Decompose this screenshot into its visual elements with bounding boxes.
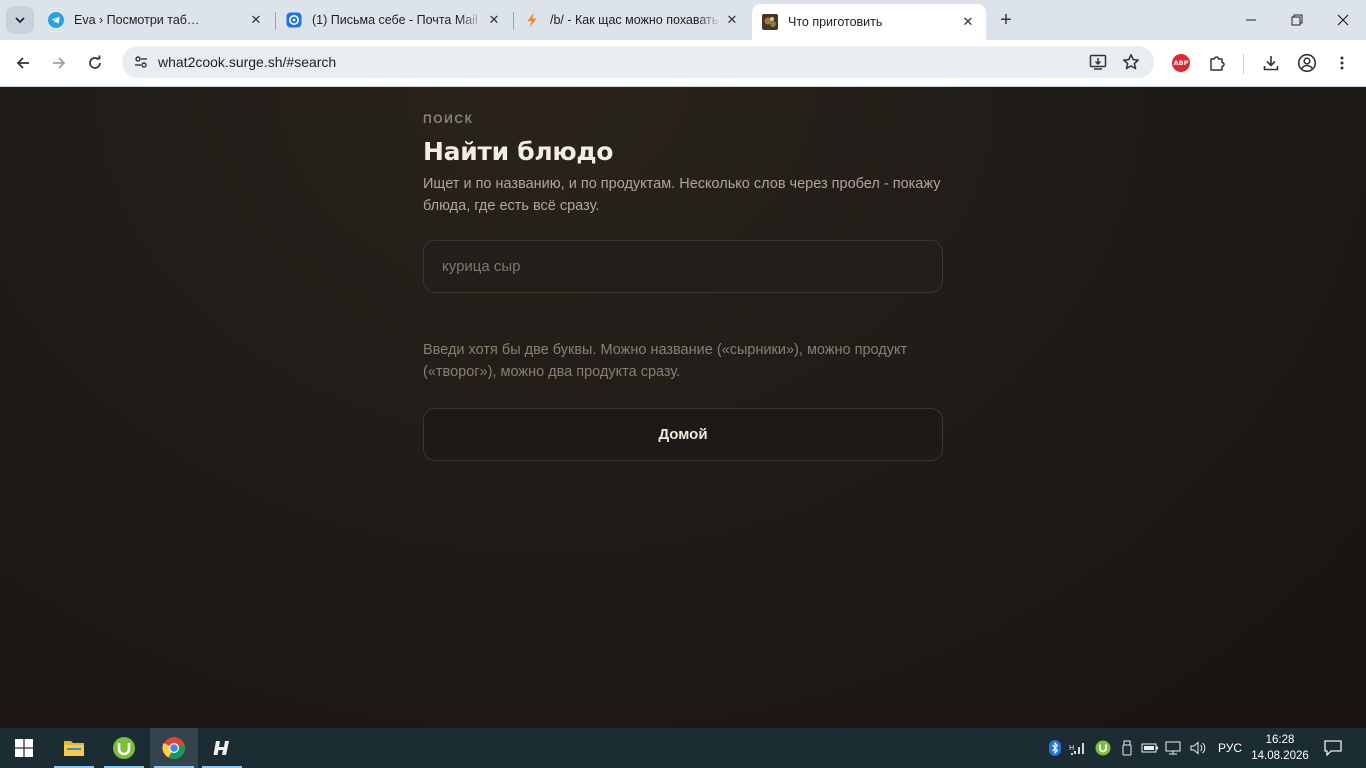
- tab-title: (1) Письма себе - Почта Mail: [312, 13, 478, 27]
- search-field[interactable]: [423, 240, 943, 293]
- battery-icon[interactable]: [1141, 738, 1159, 758]
- start-button[interactable]: [0, 728, 48, 768]
- input-language-indicator[interactable]: РУС: [1218, 741, 1242, 755]
- profile-button[interactable]: [1292, 48, 1322, 78]
- install-app-icon[interactable]: [1086, 50, 1110, 74]
- download-icon: [1263, 56, 1279, 71]
- site-info-icon[interactable]: [128, 49, 154, 75]
- close-icon: [1337, 14, 1349, 26]
- browser-menu-button[interactable]: [1327, 48, 1357, 78]
- tab-search-button[interactable]: [6, 6, 34, 34]
- file-explorer-icon: [64, 741, 84, 756]
- clock-date: 14.08.2026: [1251, 750, 1309, 762]
- network-signal-icon[interactable]: H: [1069, 738, 1087, 758]
- tab-title: Eva › Посмотри таб…: [74, 13, 200, 27]
- arrow-left-icon: [16, 57, 29, 69]
- taskbar-utorrent[interactable]: [100, 728, 148, 768]
- windows-logo-icon: [15, 739, 33, 757]
- app-h-icon: [213, 741, 229, 755]
- puzzle-icon: [1210, 56, 1225, 71]
- reload-icon: [89, 55, 101, 69]
- page-description: Ищет и по названию, и по продуктам. Неск…: [423, 176, 941, 214]
- close-window-button[interactable]: [1320, 0, 1366, 40]
- adblock-extension-button[interactable]: ABP: [1166, 48, 1196, 78]
- utorrent-icon: [113, 737, 135, 759]
- restore-button[interactable]: [1274, 0, 1320, 40]
- food-photo-icon: [762, 14, 778, 30]
- bookmark-star-icon[interactable]: [1119, 50, 1143, 74]
- browser-tab[interactable]: Eva › Посмотри таб… ✕: [38, 4, 274, 36]
- browser-toolbar: what2cook.surge.sh/#search ABP: [0, 40, 1366, 87]
- chevron-down-icon: [15, 17, 25, 24]
- adblock-icon: ABP: [1172, 54, 1190, 72]
- utorrent-tray-icon[interactable]: [1094, 738, 1112, 758]
- chrome-icon: [162, 737, 185, 759]
- bluetooth-icon[interactable]: [1046, 738, 1064, 758]
- back-button[interactable]: [8, 48, 38, 78]
- close-tab-icon[interactable]: ✕: [722, 10, 742, 30]
- lightning-icon: [524, 12, 540, 28]
- restore-icon: [1291, 14, 1303, 26]
- telegram-icon: [48, 12, 64, 28]
- close-tab-icon[interactable]: ✕: [246, 10, 266, 30]
- new-tab-button[interactable]: +: [994, 8, 1018, 32]
- close-tab-icon[interactable]: ✕: [484, 10, 504, 30]
- clock-time: 16:28: [1265, 734, 1295, 746]
- more-vertical-icon: [1340, 56, 1344, 70]
- network-monitor-icon[interactable]: [1165, 738, 1183, 758]
- notifications-button[interactable]: [1322, 738, 1344, 758]
- system-clock[interactable]: 16:28 14.08.2026: [1250, 732, 1310, 764]
- tab-title: Что приготовить: [788, 15, 883, 29]
- taskbar-file-explorer[interactable]: [50, 728, 98, 768]
- address-bar[interactable]: what2cook.surge.sh/#search: [122, 46, 1154, 78]
- search-input[interactable]: [440, 241, 930, 292]
- arrow-right-icon: [53, 57, 66, 69]
- browser-tab[interactable]: (1) Письма себе - Почта Mail ✕: [276, 4, 512, 36]
- browser-tab-active[interactable]: Что приготовить ✕: [752, 4, 986, 40]
- section-eyebrow: ПОИСК: [423, 112, 474, 126]
- url-text: what2cook.surge.sh/#search: [158, 54, 337, 70]
- home-button[interactable]: Домой: [423, 408, 943, 461]
- forward-button[interactable]: [44, 48, 74, 78]
- toolbar-divider: [1243, 54, 1244, 74]
- account-icon: [1297, 53, 1317, 73]
- usb-device-icon[interactable]: [1118, 738, 1136, 758]
- search-hint: Введи хотя бы две буквы. Можно название …: [423, 342, 908, 380]
- taskbar-chrome[interactable]: [150, 728, 198, 768]
- svg-text:H: H: [1069, 744, 1074, 752]
- volume-icon[interactable]: [1189, 738, 1207, 758]
- notification-icon: [1324, 740, 1342, 756]
- tab-title: /b/ - Как щас можно похавать: [550, 13, 719, 27]
- page-viewport: ПОИСК Найти блюдо Ищет и по названию, и …: [0, 87, 1366, 728]
- close-tab-icon[interactable]: ✕: [958, 12, 978, 32]
- minimize-icon: [1246, 19, 1256, 21]
- page-title: Найти блюдо: [423, 137, 614, 166]
- taskbar-app-h[interactable]: [198, 728, 246, 768]
- downloads-button[interactable]: [1256, 48, 1286, 78]
- extensions-button[interactable]: [1202, 48, 1232, 78]
- windows-taskbar: H РУС 16:28 14.08.2026: [0, 728, 1366, 768]
- mail-icon: [286, 12, 302, 28]
- reload-button[interactable]: [80, 48, 110, 78]
- minimize-button[interactable]: [1228, 0, 1274, 40]
- browser-tab-strip: Eva › Посмотри таб… ✕ (1) Письма себе - …: [0, 0, 1366, 40]
- browser-tab[interactable]: /b/ - Как щас можно похавать ✕: [514, 4, 750, 36]
